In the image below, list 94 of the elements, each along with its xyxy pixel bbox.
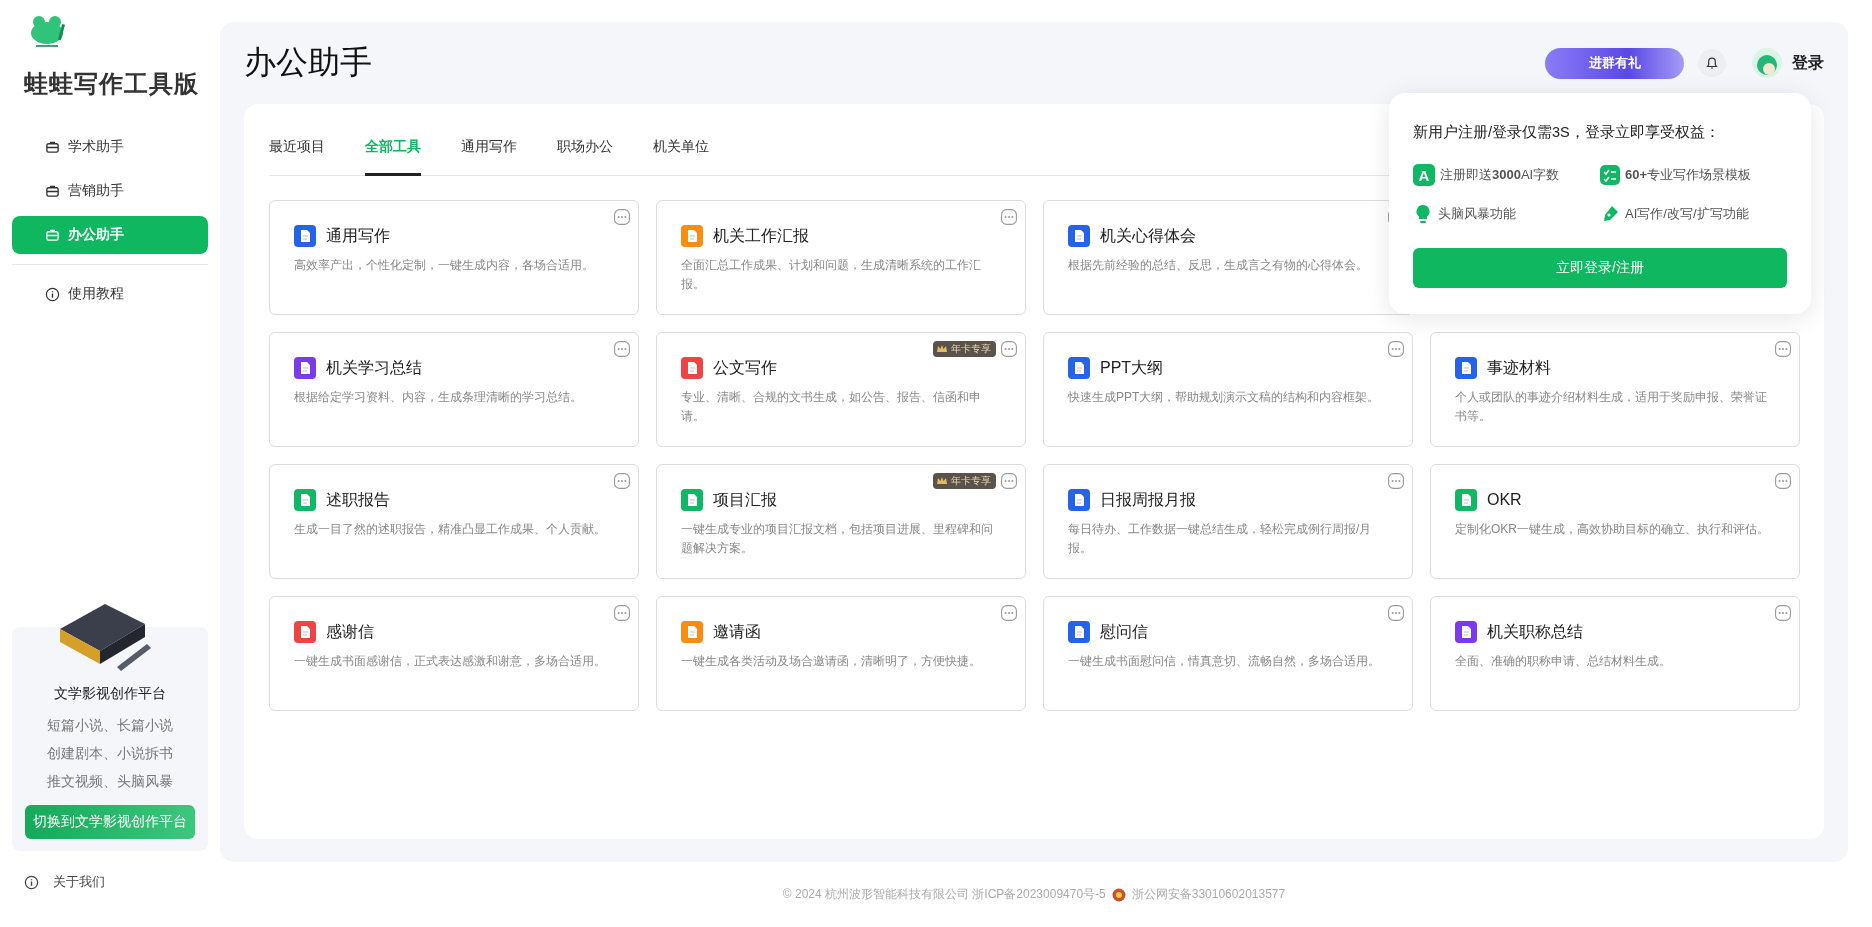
popup-headline: 新用户注册/登录仅需3S，登录立即享受权益： [1413,123,1721,142]
card-title: 感谢信 [326,621,374,642]
card-title: 慰问信 [1100,621,1148,642]
card-title: 机关职称总结 [1487,621,1583,642]
tool-card[interactable]: 年卡专享 公文写作 专业、清晰、合规的文书生成，如公告、报告、信函和申请。 [656,332,1026,447]
card-title: 日报周报月报 [1100,489,1196,510]
tool-card[interactable]: 年卡专享 项目汇报 一键生成专业的项目汇报文档，包括项目进展、里程碑和问题解决方案。 [656,464,1026,579]
more-icon[interactable] [1001,341,1017,357]
card-title: 机关学习总结 [326,357,422,378]
promo-text: 推文视频、头脑风暴 [47,772,173,791]
page-title: 办公助手 [244,43,373,82]
tool-card[interactable]: OKR 定制化OKR一键生成，高效协助目标的确立、执行和评估。 [1430,464,1800,579]
benefit-text: 头脑风暴功能 [1438,205,1516,223]
tool-card[interactable]: 日报周报月报 每日待办、工作数据一键总结生成，轻松完成例行周报/月报。 [1043,464,1413,579]
tab[interactable]: 最近项目 [269,122,325,176]
card-description: 每日待办、工作数据一键总结生成，轻松完成例行周报/月报。 [1068,521,1373,557]
tool-card[interactable]: 机关学习总结 根据给定学习资料、内容，生成条理清晰的学习总结。 [269,332,639,447]
copyright-text: © 2024 杭州波形智能科技有限公司 浙ICP备2023009470号-5 [782,886,1106,903]
more-icon[interactable] [614,209,630,225]
nav-item[interactable]: 使用教程 [12,275,208,313]
card-description: 根据先前经验的总结、反思，生成言之有物的心得体会。 [1068,257,1369,274]
card-description: 快速生成PPT大纲，帮助规划演示文稿的结构和内容框架。 [1068,389,1381,406]
card-description: 生成一目了然的述职报告，精准凸显工作成果、个人贡献。 [294,521,607,538]
card-title: OKR [1487,491,1522,509]
tool-card[interactable]: 感谢信 一键生成书面感谢信，正式表达感激和谢意，多场合适用。 [269,596,639,711]
more-icon[interactable] [614,473,630,489]
benefit-text: 60+专业写作场景模板 [1625,166,1752,184]
join-group-button[interactable]: 进群有礼 [1545,47,1684,79]
tab[interactable]: 职场办公 [557,122,613,176]
annual-card-badge: 年卡专享 [933,341,996,357]
frog-logo-icon [28,14,68,50]
card-title: 事迹材料 [1487,357,1551,378]
notification-bell-icon[interactable] [1698,49,1726,77]
login-link[interactable]: 登录 [1792,52,1824,74]
more-icon[interactable] [1388,605,1404,621]
nav-item[interactable]: 学术助手 [12,128,208,166]
card-description: 全面汇总工作成果、计划和问题，生成清晰系统的工作汇报。 [681,257,982,293]
card-title: 项目汇报 [713,489,777,510]
card-description: 定制化OKR一键生成，高效协助目标的确立、执行和评估。 [1455,521,1770,538]
tool-card[interactable]: PPT大纲 快速生成PPT大纲，帮助规划演示文稿的结构和内容框架。 [1043,332,1413,447]
card-description: 一键生成书面感谢信，正式表达感激和谢意，多场合适用。 [294,653,607,670]
card-title: 述职报告 [326,489,390,510]
briefcase-icon [45,139,60,155]
tool-card[interactable]: 机关职称总结 全面、准确的职称申请、总结材料生成。 [1430,596,1800,711]
tool-card[interactable]: 机关工作汇报 全面汇总工作成果、计划和问题，生成清晰系统的工作汇报。 [656,200,1026,315]
card-description: 全面、准确的职称申请、总结材料生成。 [1455,653,1672,670]
about-link[interactable]: 关于我们 [12,851,208,927]
card-description: 个人或团队的事迹介绍材料生成，适用于奖励申报、荣誉证书等。 [1455,389,1768,425]
more-icon[interactable] [614,605,630,621]
more-icon[interactable] [1775,341,1791,357]
card-title: PPT大纲 [1100,357,1164,378]
more-icon[interactable] [1775,473,1791,489]
more-icon[interactable] [1001,473,1017,489]
briefcase-icon [45,227,60,243]
card-description: 高效率产出，个性化定制，一键生成内容，各场合适用。 [294,257,595,274]
avatar-icon[interactable] [1752,48,1782,78]
card-title: 公文写作 [713,357,777,378]
info-icon [24,874,39,890]
benefit-text: AI写作/改写/扩写功能 [1625,205,1749,223]
benefit-text: 注册即送3000AI字数 [1440,166,1560,184]
card-description: 一键生成各类活动及场合邀请函，清晰明了，方便快捷。 [681,653,982,670]
more-icon[interactable] [1001,605,1017,621]
tool-card[interactable]: 事迹材料 个人或团队的事迹介绍材料生成，适用于奖励申报、荣誉证书等。 [1430,332,1800,447]
card-description: 一键生成专业的项目汇报文档，包括项目进展、里程碑和问题解决方案。 [681,521,994,557]
app-title: 蛙蛙写作工具版 [24,69,200,99]
tab[interactable]: 机关单位 [653,122,709,176]
letter-icon: A [1413,164,1435,186]
checklist-icon [1600,165,1620,185]
briefcase-icon [45,183,60,199]
card-title: 邀请函 [713,621,761,642]
police-badge-icon [1111,887,1126,902]
lightbulb-icon [1413,204,1433,224]
more-icon[interactable] [1388,473,1404,489]
annual-card-badge: 年卡专享 [933,473,996,489]
more-icon[interactable] [1775,605,1791,621]
tool-card[interactable]: 通用写作 高效率产出，个性化定制，一键生成内容，各场合适用。 [269,200,639,315]
card-description: 根据给定学习资料、内容，生成条理清晰的学习总结。 [294,389,583,406]
card-title: 机关工作汇报 [713,225,809,246]
card-description: 专业、清晰、合规的文书生成，如公告、报告、信函和申请。 [681,389,982,425]
tool-card[interactable]: 述职报告 生成一目了然的述职报告，精准凸显工作成果、个人贡献。 [269,464,639,579]
promo-title: 文学影视创作平台 [54,685,166,703]
more-icon[interactable] [1388,341,1404,357]
card-title: 机关心得体会 [1100,225,1196,246]
promo-text: 创建剧本、小说拆书 [47,744,173,763]
nav-item[interactable]: 营销助手 [12,172,208,210]
tool-card[interactable]: 慰问信 一键生成书面慰问信，情真意切、流畅自然，多场合适用。 [1043,596,1413,711]
tab[interactable]: 通用写作 [461,122,517,176]
more-icon[interactable] [1001,209,1017,225]
info-icon [45,286,60,302]
more-icon[interactable] [614,341,630,357]
promo-text: 短篇小说、长篇小说 [47,716,173,735]
card-title: 通用写作 [326,225,390,246]
tool-card[interactable]: 邀请函 一键生成各类活动及场合邀请函，清晰明了，方便快捷。 [656,596,1026,711]
card-description: 一键生成书面慰问信，情真意切、流畅自然，多场合适用。 [1068,653,1381,670]
